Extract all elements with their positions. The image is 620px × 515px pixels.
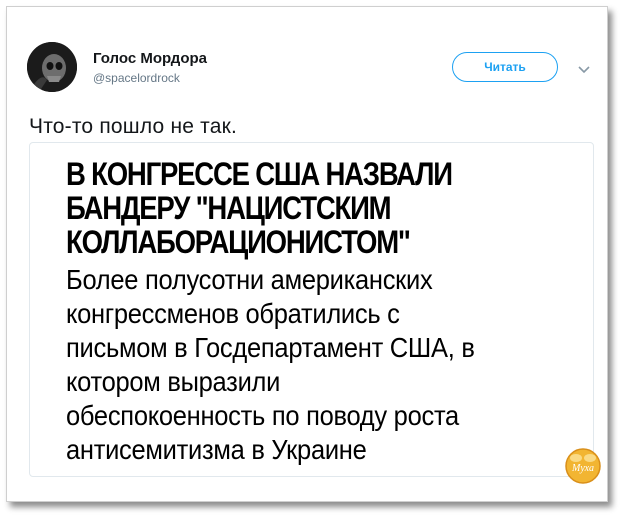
- author-name[interactable]: Голос Мордора: [93, 50, 207, 67]
- body-line: котором выразили: [66, 366, 281, 397]
- headline-line: КОЛЛАБОРАЦИОНИСТОМ": [66, 224, 411, 260]
- avatar[interactable]: [27, 42, 77, 92]
- headline-line: В КОНГРЕССЕ США НАЗВАЛИ: [66, 156, 453, 192]
- embedded-image-card[interactable]: В КОНГРЕССЕ США НАЗВАЛИ БАНДЕРУ "НАЦИСТС…: [29, 142, 594, 477]
- card-body: Более полусотни американских конгрессмен…: [66, 263, 585, 467]
- chevron-down-icon[interactable]: [577, 62, 591, 74]
- follow-button[interactable]: Читать: [452, 52, 558, 82]
- body-line: письмом в Госдепартамент США, в: [66, 332, 475, 363]
- tweet-text: Что-то пошло не так.: [29, 115, 238, 138]
- tweet-screenshot-frame: Голос Мордора @spacelordrock Читать Что-…: [6, 6, 608, 502]
- watermark-text: Муха: [571, 463, 594, 474]
- author-handle[interactable]: @spacelordrock: [93, 71, 180, 85]
- body-line: обеспокоенность по поводу роста: [66, 400, 459, 431]
- body-line: антисемитизма в Украине: [66, 434, 367, 465]
- card-headline: В КОНГРЕССЕ США НАЗВАЛИ БАНДЕРУ "НАЦИСТС…: [66, 157, 496, 259]
- body-line: Более полусотни американских: [66, 264, 433, 295]
- body-line: конгрессменов обратились с: [66, 298, 400, 329]
- fly-logo: Муха: [564, 447, 602, 485]
- headline-line: БАНДЕРУ "НАЦИСТСКИМ: [66, 190, 392, 226]
